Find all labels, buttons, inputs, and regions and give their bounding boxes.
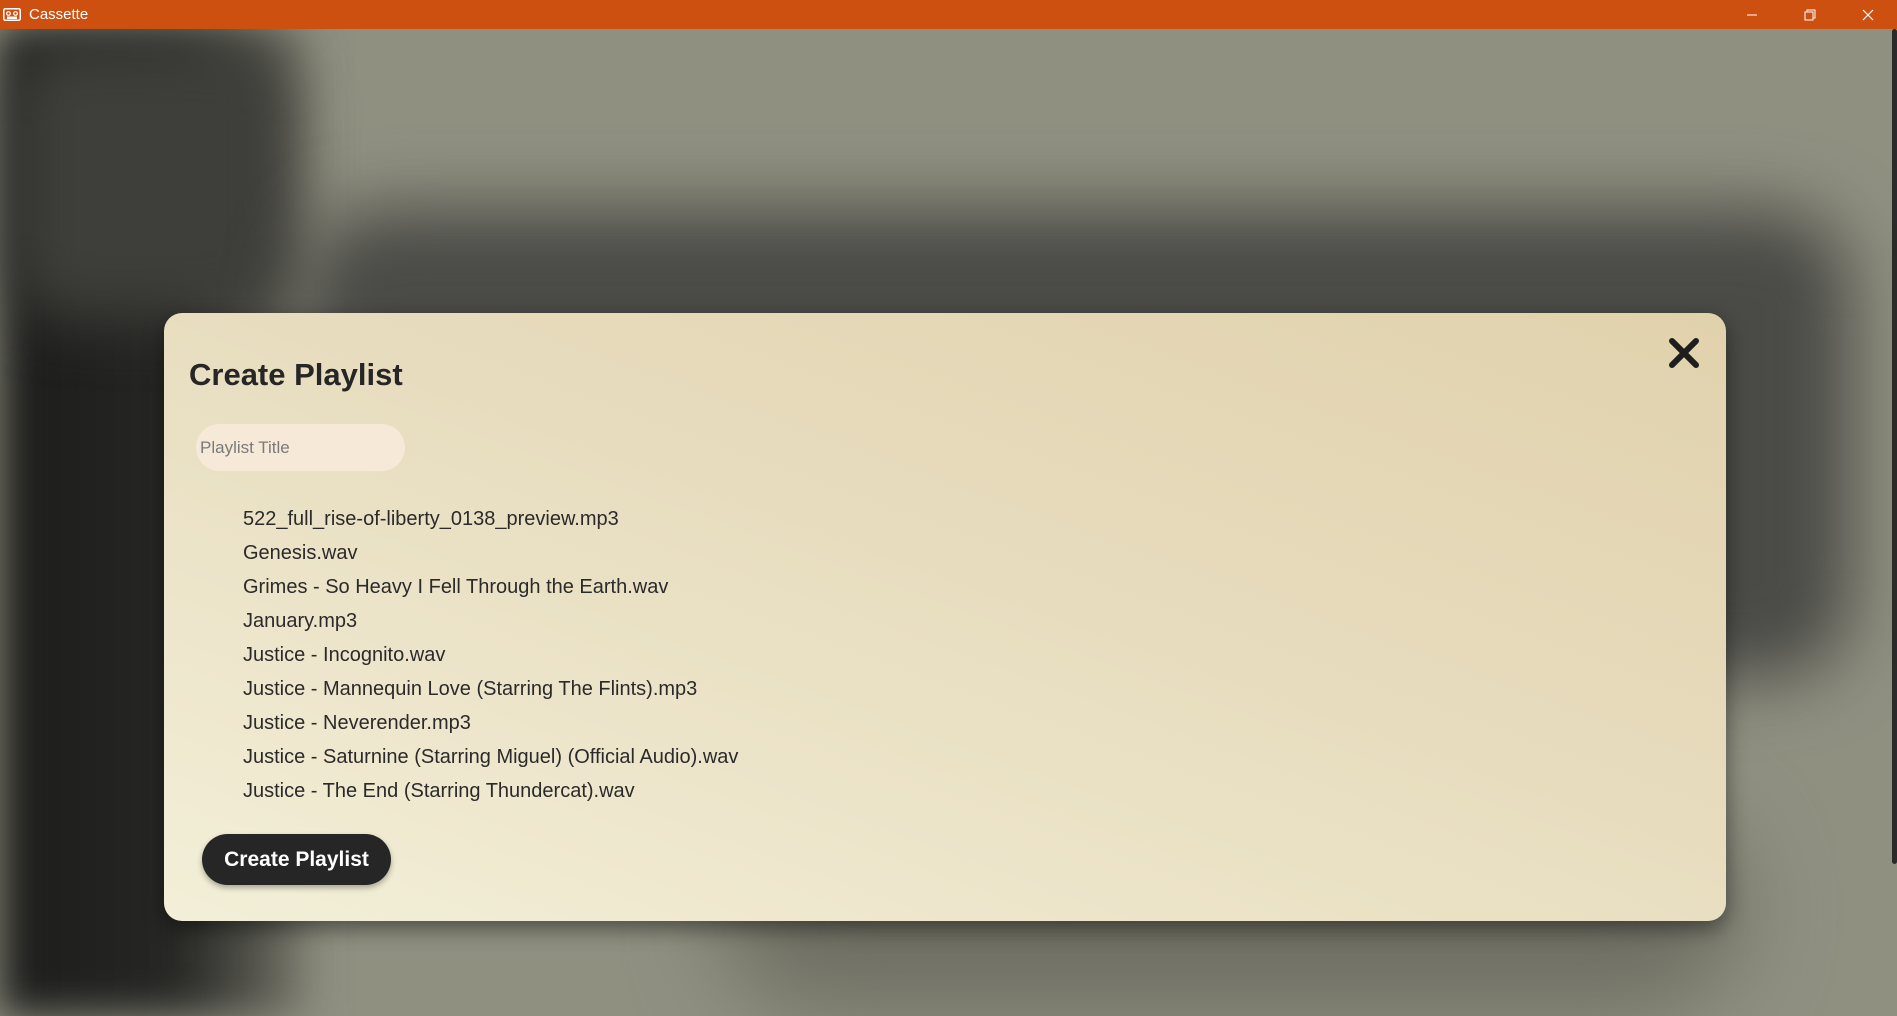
playlist-title-input[interactable] — [196, 424, 405, 471]
app-title: Cassette — [29, 6, 89, 23]
close-x-icon[interactable] — [1666, 335, 1702, 371]
scrollbar[interactable] — [1892, 29, 1897, 864]
modal-title: Create Playlist — [189, 357, 403, 392]
file-item[interactable]: Justice - Neverender.mp3 — [243, 706, 738, 740]
file-item[interactable]: 522_full_rise-of-liberty_0138_preview.mp… — [243, 502, 738, 536]
close-icon[interactable] — [1839, 0, 1897, 29]
title-bar: Cassette — [0, 0, 1897, 29]
restore-icon[interactable] — [1781, 0, 1839, 29]
cassette-icon — [3, 8, 21, 22]
create-playlist-button[interactable]: Create Playlist — [202, 834, 391, 885]
minimize-icon[interactable] — [1723, 0, 1781, 29]
background-shape — [10, 39, 290, 319]
file-list: 522_full_rise-of-liberty_0138_preview.mp… — [243, 502, 738, 808]
file-item[interactable]: Genesis.wav — [243, 536, 738, 570]
create-playlist-modal: Create Playlist 522_full_rise-of-liberty… — [164, 313, 1726, 921]
file-item[interactable]: Justice - The End (Starring Thundercat).… — [243, 774, 738, 808]
file-item[interactable]: Justice - Saturnine (Starring Miguel) (O… — [243, 740, 738, 774]
file-item[interactable]: Justice - Mannequin Love (Starring The F… — [243, 672, 738, 706]
window-controls — [1723, 0, 1897, 29]
file-item[interactable]: Grimes - So Heavy I Fell Through the Ear… — [243, 570, 738, 604]
file-item[interactable]: January.mp3 — [243, 604, 738, 638]
file-item[interactable]: Justice - Incognito.wav — [243, 638, 738, 672]
